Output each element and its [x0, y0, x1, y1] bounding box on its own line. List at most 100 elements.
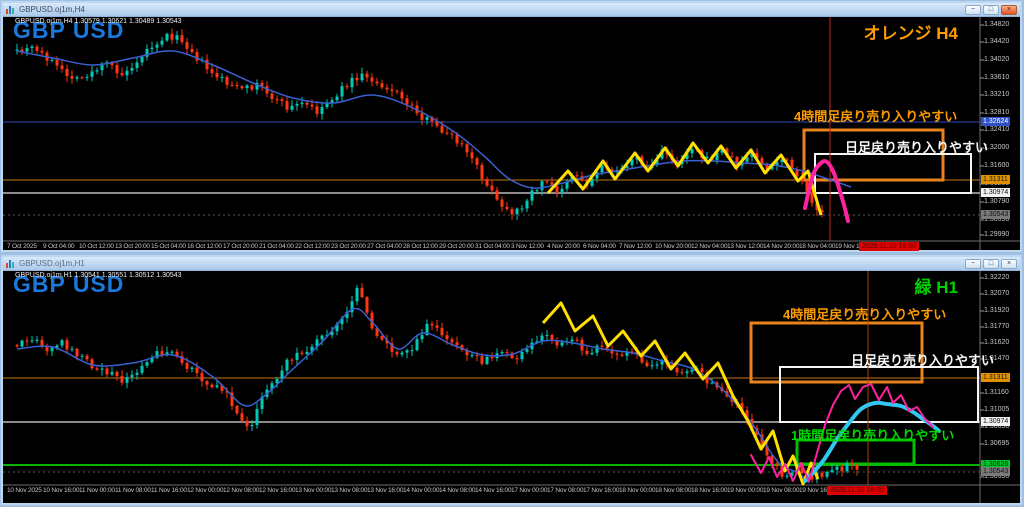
zigzag-line — [546, 141, 823, 216]
time-tick-label: 31 Oct 04:00 — [475, 243, 510, 250]
time-tick-label: 3 Nov 12:00 — [511, 243, 544, 250]
close-button[interactable]: × — [1001, 258, 1017, 269]
price-level-badge: 1.31311 — [981, 373, 1010, 382]
time-tick-label: 29 Oct 20:00 — [439, 243, 474, 250]
time-tick-label: 11 Nov 16:00 — [151, 487, 187, 494]
price-tick-label: 1.31600 — [984, 162, 1010, 169]
timeframe-note-label: 緑 H1 — [914, 278, 958, 297]
zigzag-line — [541, 301, 820, 486]
price-tick-label: 1.33210 — [984, 91, 1010, 98]
time-tick-label: 22 Oct 12:00 — [295, 243, 330, 250]
price-tick-label: 1.32070 — [984, 290, 1010, 297]
time-tick-label: 12 Nov 04:00 — [691, 243, 728, 250]
chart-window-h4: GBPUSD.oj1m,H4 − □ × GBP USD GBPUSD.oj1m… — [1, 1, 1022, 252]
price-tick-label: 1.34420 — [984, 38, 1010, 45]
price-tick-label: 1.34820 — [984, 21, 1010, 28]
time-tick-label: 11 Nov 00:00 — [79, 487, 115, 494]
time-tick-label: 13 Nov 00:00 — [295, 487, 332, 494]
chart-window-h1: GBPUSD.oj1m,H1 − □ × GBP USD GBPUSD.oj1m… — [1, 255, 1022, 505]
time-tick-label: 4 Nov 20:00 — [547, 243, 580, 250]
time-tick-label: 14 Nov 20:00 — [763, 243, 800, 250]
price-level-badge: 1.30543 — [981, 210, 1011, 219]
time-tick-label: 14 Nov 00:00 — [403, 487, 440, 494]
time-tick-label: 17 Nov 16:00 — [583, 487, 620, 494]
time-tick-label: 15 Oct 04:00 — [151, 243, 186, 250]
window-controls: − □ × — [965, 4, 1017, 15]
price-level-badge: 1.30974 — [981, 417, 1011, 426]
daily-sell-zone-label[interactable]: 日足戻り売り入りやすい — [845, 137, 988, 156]
moving-average-line — [16, 307, 810, 484]
daily-sell-zone-label[interactable]: 日足戻り売り入りやすい — [851, 350, 994, 369]
price-tick-label: 1.31160 — [984, 389, 1009, 396]
restore-button[interactable]: □ — [983, 258, 999, 269]
minimize-button[interactable]: − — [965, 4, 981, 15]
price-level-badge: 1.30543 — [981, 467, 1011, 476]
time-tick-label: 10 Nov 16:00 — [43, 487, 80, 494]
time-tick-label: 13 Nov 16:00 — [367, 487, 404, 494]
time-tick-label: 18 Nov 08:00 — [655, 487, 692, 494]
time-tick-label: 23 Oct 20:00 — [331, 243, 366, 250]
window-title: GBPUSD.oj1m,H1 — [19, 258, 85, 268]
time-tick-label: 18 Nov 16:00 — [691, 487, 728, 494]
time-tick-label: 14 Nov 16:00 — [475, 487, 512, 494]
price-tick-label: 1.31005 — [984, 406, 1010, 413]
time-tick-label: 13 Oct 20:00 — [115, 243, 150, 250]
price-tick-label: 1.31620 — [984, 339, 1010, 346]
time-tick-label: 13 Nov 12:00 — [727, 243, 764, 250]
cursor-time-badge: 2025.11.20 16:00 — [859, 242, 919, 251]
time-tick-label: 27 Oct 04:00 — [367, 243, 402, 250]
chart-icon — [6, 5, 16, 14]
close-button[interactable]: × — [1001, 4, 1017, 15]
titlebar-h1[interactable]: GBPUSD.oj1m,H1 − □ × — [3, 257, 1020, 271]
cursor-time-badge: 2025.11.20 16:00 — [827, 486, 887, 495]
time-tick-label: 19 Nov 00:00 — [727, 487, 764, 494]
window-title: GBPUSD.oj1m,H4 — [19, 4, 85, 14]
price-tick-label: 1.30695 — [984, 440, 1010, 447]
price-level-badge: 1.30974 — [981, 188, 1011, 197]
chart-icon — [6, 259, 16, 268]
h1-sell-zone-label[interactable]: 1時間足戻り売り入りやすい — [791, 425, 954, 444]
time-tick-label: 17 Oct 20:00 — [223, 243, 258, 250]
price-tick-label: 1.31770 — [984, 323, 1010, 330]
time-tick-label: 12 Nov 00:00 — [187, 487, 224, 494]
daily-sell-zone-box[interactable] — [779, 366, 979, 423]
restore-button[interactable]: □ — [983, 4, 999, 15]
titlebar-h4[interactable]: GBPUSD.oj1m,H4 − □ × — [3, 3, 1020, 17]
time-tick-label: 11 Nov 08:00 — [115, 487, 151, 494]
time-tick-label: 7 Nov 12:00 — [619, 243, 652, 250]
time-tick-label: 28 Oct 12:00 — [403, 243, 438, 250]
minimize-button[interactable]: − — [965, 258, 981, 269]
price-tick-label: 1.32410 — [984, 126, 1010, 133]
price-level-badge: 1.31311 — [981, 175, 1010, 184]
time-tick-label: 6 Nov 04:00 — [583, 243, 616, 250]
ohlc-info-line: GBPUSD.oj1m,H4 1.30579 1.30621 1.30489 1… — [15, 18, 182, 25]
time-tick-label: 14 Nov 08:00 — [439, 487, 476, 494]
time-tick-label: 21 Oct 04:00 — [259, 243, 294, 250]
ohlc-info-line: GBPUSD.oj1m,H1 1.30541 1.30551 1.30512 1… — [15, 272, 182, 279]
h4-sell-zone-label[interactable]: 4時間足戻り売り入りやすい — [783, 304, 946, 323]
price-tick-label: 1.32220 — [984, 274, 1010, 281]
time-tick-label: 9 Oct 04:00 — [43, 243, 75, 250]
time-tick-label: 17 Nov 00:00 — [511, 487, 548, 494]
price-tick-label: 1.34020 — [984, 56, 1010, 63]
time-tick-label: 10 Oct 12:00 — [79, 243, 114, 250]
time-tick-label: 10 Nov 20:00 — [655, 243, 692, 250]
time-tick-label: 10 Nov 2025 — [7, 487, 42, 494]
price-tick-label: 1.32810 — [984, 109, 1010, 116]
candlesticks — [15, 283, 859, 484]
window-controls: − □ × — [965, 258, 1017, 269]
time-tick-label: 19 Nov 08:00 — [763, 487, 800, 494]
chart-area-h4[interactable] — [3, 16, 1020, 250]
time-tick-label: 16 Oct 12:00 — [187, 243, 222, 250]
price-level-badge: 1.32624 — [981, 117, 1011, 126]
time-tick-label: 12 Nov 08:00 — [223, 487, 260, 494]
mt4-workspace: GBPUSD.oj1m,H4 − □ × GBP USD GBPUSD.oj1m… — [0, 0, 1024, 507]
h4-sell-zone-label[interactable]: 4時間足戻り売り入りやすい — [794, 106, 957, 125]
timeframe-note-label: オレンジ H4 — [863, 24, 958, 43]
time-tick-label: 18 Nov 00:00 — [619, 487, 656, 494]
time-tick-label: 12 Nov 16:00 — [259, 487, 296, 494]
moving-average-line — [16, 50, 852, 189]
pink-projection-line — [803, 159, 850, 223]
time-tick-label: 18 Nov 04:00 — [799, 243, 836, 250]
price-tick-label: 1.29990 — [984, 231, 1010, 238]
